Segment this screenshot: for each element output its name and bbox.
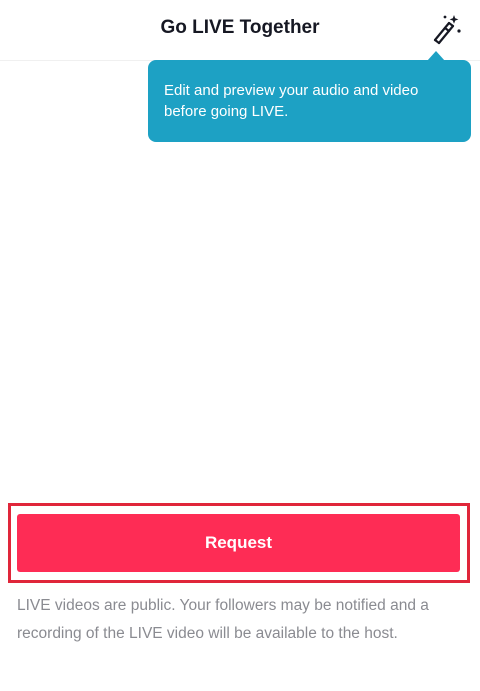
live-disclaimer-text: LIVE videos are public. Your followers m… <box>17 597 429 642</box>
request-button[interactable]: Request <box>17 514 460 572</box>
magic-wand-icon[interactable] <box>428 12 462 46</box>
preview-tooltip: Edit and preview your audio and video be… <box>148 51 471 142</box>
page-title: Go LIVE Together <box>160 17 320 38</box>
tooltip-text: Edit and preview your audio and video be… <box>164 82 419 120</box>
header-bar: Go LIVE Together <box>0 0 480 61</box>
